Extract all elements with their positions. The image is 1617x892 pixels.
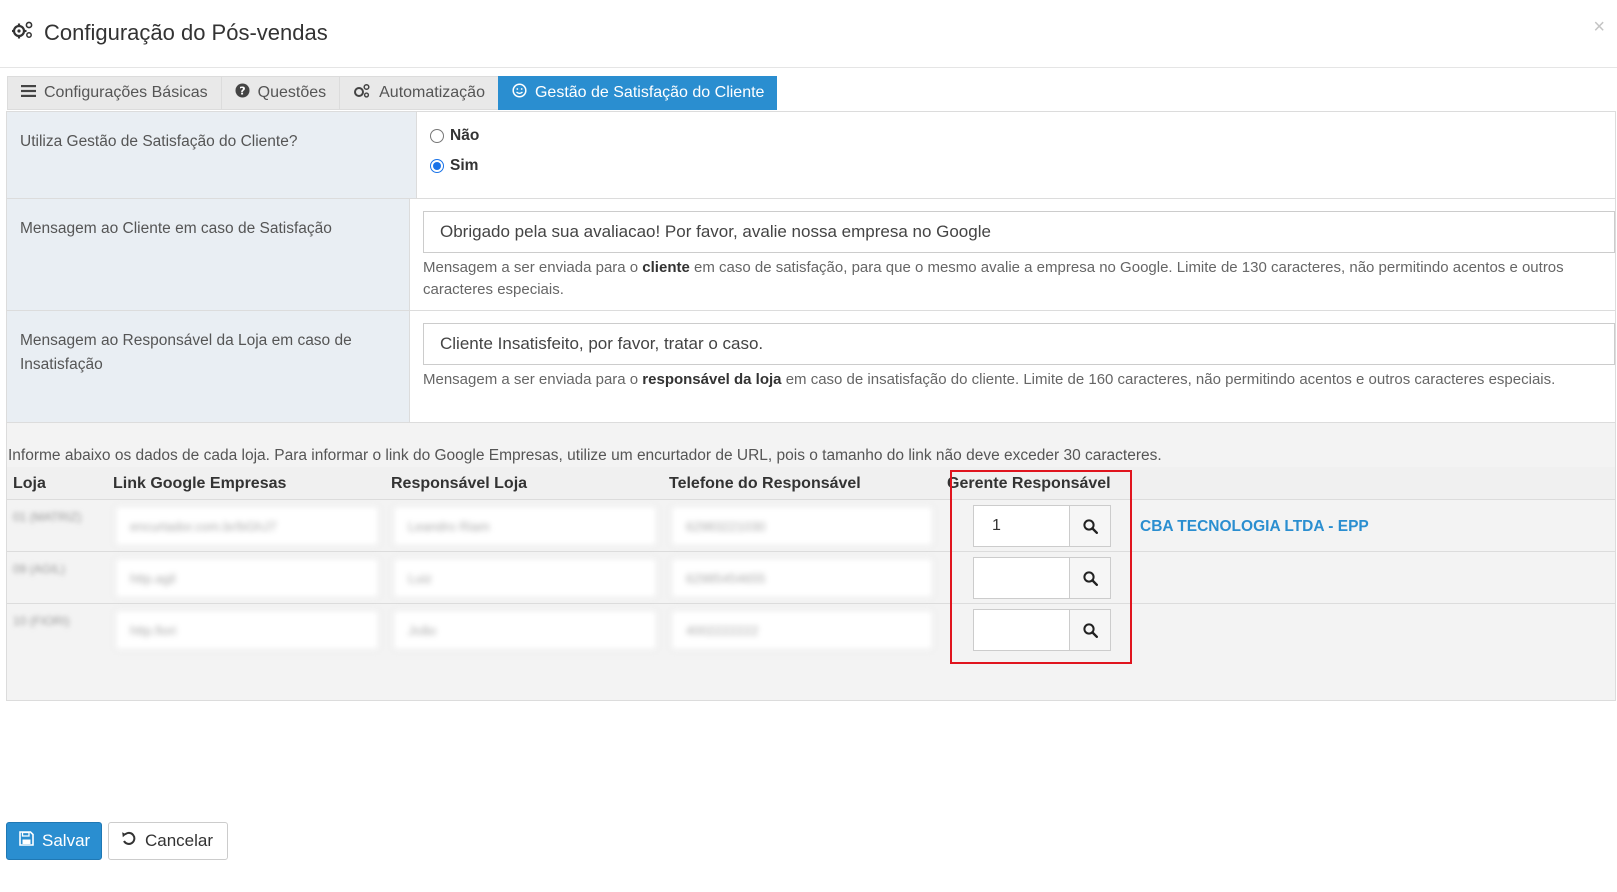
col-telefone: Telefone do Responsável <box>669 475 861 492</box>
telefone-input[interactable]: 62983221030 <box>671 506 933 546</box>
gerente-input[interactable]: 1 <box>973 505 1069 547</box>
store-name: 10 (FIORI) <box>13 614 70 628</box>
table-row: 01 (MATRIZ) encurtador.com.br/bGhJ7 Lean… <box>7 500 1615 552</box>
undo-icon <box>121 831 137 851</box>
col-link: Link Google Empresas <box>113 475 287 492</box>
row-client-message: Mensagem ao Cliente em caso de Satisfaçã… <box>7 199 1615 311</box>
tab-label: Configurações Básicas <box>44 84 208 101</box>
table-row: 09 (AGIL) http.agil Luiz 62985454655 <box>7 552 1615 604</box>
client-message-help: Mensagem a ser enviada para o cliente em… <box>423 259 1564 298</box>
title-text: Configuração do Pós-vendas <box>44 20 328 45</box>
tab-label: Questões <box>257 84 327 101</box>
table-row: 10 (FIORI) http.fiori João 4002222222 <box>7 604 1615 681</box>
responsavel-input[interactable]: Luiz <box>393 558 657 598</box>
responsavel-input[interactable]: João <box>393 610 657 650</box>
tab-configuracoes-basicas[interactable]: Configurações Básicas <box>7 76 221 110</box>
manager-message-input[interactable]: Cliente Insatisfeito, por favor, tratar … <box>423 323 1615 365</box>
field-label: Utiliza Gestão de Satisfação do Cliente? <box>7 112 417 198</box>
link-input[interactable]: http.fiori <box>115 610 379 650</box>
row-manager-message: Mensagem ao Responsável da Loja em caso … <box>7 311 1615 423</box>
tab-label: Automatização <box>379 84 485 101</box>
close-icon[interactable]: × <box>1593 16 1605 39</box>
tab-questoes[interactable]: ? Questões <box>220 76 340 110</box>
question-circle-icon: ? <box>235 83 250 103</box>
search-icon <box>1082 518 1098 534</box>
tab-automatizacao[interactable]: Automatização <box>339 76 498 110</box>
col-gerente: Gerente Responsável <box>947 475 1111 492</box>
telefone-input[interactable]: 4002222222 <box>671 610 933 650</box>
radio-circle[interactable] <box>430 129 444 143</box>
smile-icon <box>512 83 527 103</box>
store-name: 09 (AGIL) <box>13 562 66 576</box>
modal-title: Configuração do Pós-vendas <box>11 20 328 46</box>
svg-text:?: ? <box>239 85 245 98</box>
telefone-input[interactable]: 62985454655 <box>671 558 933 598</box>
row-uses-satisfaction: Utiliza Gestão de Satisfação do Cliente?… <box>7 112 1615 199</box>
stores-info-text: Informe abaixo os dados de cada loja. Pa… <box>8 447 1162 464</box>
cancel-label: Cancelar <box>145 831 214 850</box>
link-input[interactable]: http.agil <box>115 558 379 598</box>
gerente-input[interactable] <box>973 557 1069 599</box>
field-label: Mensagem ao Cliente em caso de Satisfaçã… <box>7 199 410 310</box>
save-label: Salvar <box>42 831 91 850</box>
company-link[interactable]: CBA TECNOLOGIA LTDA - EPP <box>1140 518 1369 536</box>
search-icon <box>1082 570 1098 586</box>
store-name: 01 (MATRIZ) <box>13 510 82 524</box>
stores-table-header: Loja Link Google Empresas Responsável Lo… <box>7 467 1615 500</box>
radio-sim[interactable]: Sim <box>430 157 1615 175</box>
save-button[interactable]: Salvar <box>6 822 102 860</box>
search-icon <box>1082 622 1098 638</box>
client-message-input[interactable]: Obrigado pela sua avaliacao! Por favor, … <box>423 211 1615 253</box>
tab-label: Gestão de Satisfação do Cliente <box>534 84 765 101</box>
radio-circle-checked[interactable] <box>430 159 444 173</box>
tab-bar: Configurações Básicas ? Questões Automat… <box>7 76 778 110</box>
col-loja: Loja <box>13 475 46 492</box>
responsavel-input[interactable]: Leandro Riam <box>393 506 657 546</box>
radio-label: Sim <box>450 157 479 174</box>
list-icon <box>21 84 36 102</box>
search-button[interactable] <box>1069 505 1111 547</box>
manager-message-help: Mensagem a ser enviada para o responsáve… <box>423 371 1556 388</box>
col-responsavel: Responsável Loja <box>391 475 528 492</box>
field-label: Mensagem ao Responsável da Loja em caso … <box>7 311 410 422</box>
modal-header: Configuração do Pós-vendas × <box>0 0 1617 68</box>
gerente-input[interactable] <box>973 609 1069 651</box>
search-button[interactable] <box>1069 557 1111 599</box>
tab-gestao-satisfacao[interactable]: Gestão de Satisfação do Cliente <box>497 76 778 110</box>
gears-icon <box>11 20 34 46</box>
link-input[interactable]: encurtador.com.br/bGhJ7 <box>115 506 379 546</box>
radio-label: Não <box>450 127 480 144</box>
gears-icon <box>353 83 371 103</box>
cancel-button[interactable]: Cancelar <box>108 822 228 860</box>
save-icon <box>19 831 34 851</box>
radio-nao[interactable]: Não <box>430 127 1615 145</box>
search-button[interactable] <box>1069 609 1111 651</box>
satisfaction-panel: Utiliza Gestão de Satisfação do Cliente?… <box>6 111 1616 701</box>
